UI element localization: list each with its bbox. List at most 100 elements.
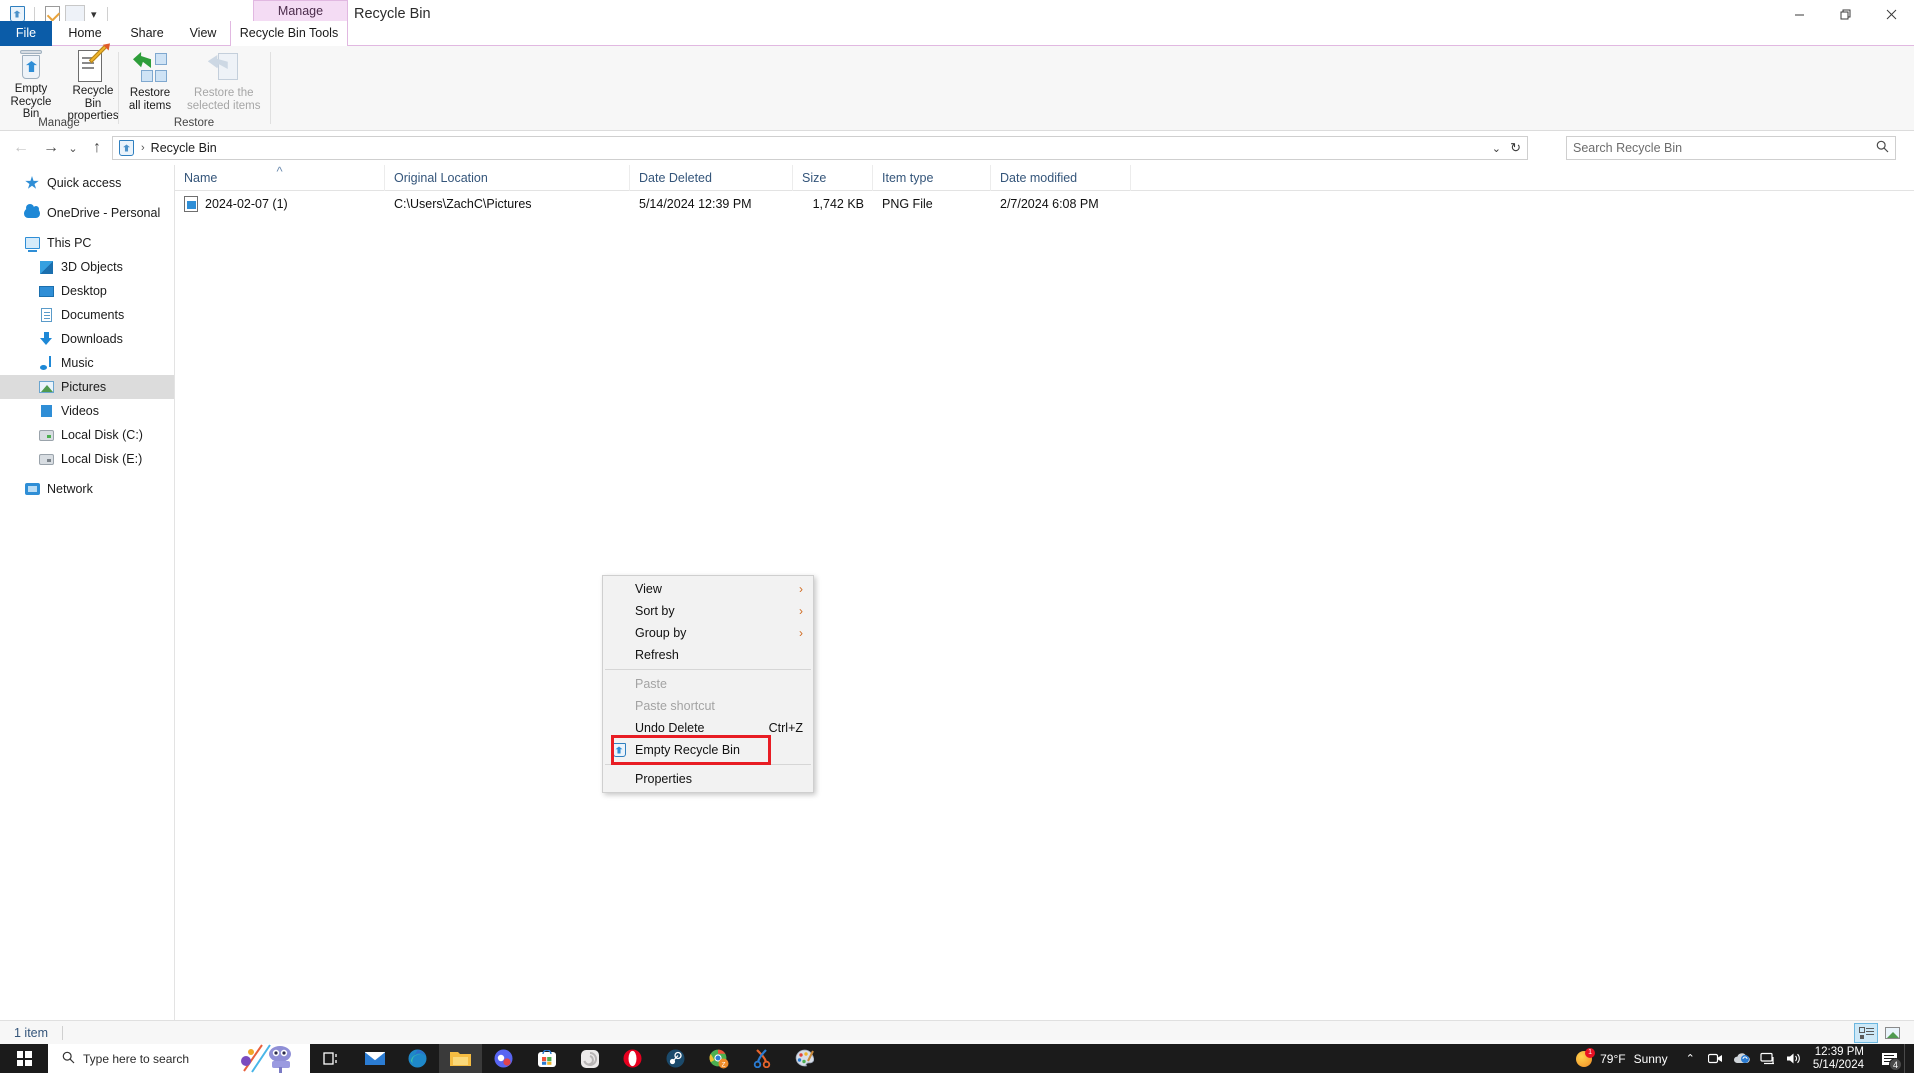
opera-icon[interactable] — [611, 1044, 654, 1073]
show-desktop-button[interactable] — [1904, 1044, 1910, 1073]
taskbar-search-input[interactable]: Type here to search — [48, 1044, 310, 1073]
mail-icon[interactable] — [353, 1044, 396, 1073]
column-header-size[interactable]: Size — [793, 164, 873, 191]
cell-date-modified: 2/7/2024 6:08 PM — [1000, 197, 1099, 211]
sidebar-item-3d-objects[interactable]: 3D Objects — [0, 255, 174, 279]
restore-all-items-button[interactable]: Restore all items — [119, 46, 181, 112]
file-list-pane: Name Original Location Date Deleted Size… — [175, 164, 1914, 1020]
tab-share[interactable]: Share — [118, 21, 176, 46]
sidebar-item-network[interactable]: Network — [0, 477, 174, 501]
context-menu-label: Refresh — [635, 648, 679, 662]
empty-recycle-bin-button[interactable]: Empty Recycle Bin — [0, 46, 62, 120]
snipping-tool-icon[interactable] — [740, 1044, 783, 1073]
network-icon — [24, 481, 40, 497]
context-menu-item-undo-delete[interactable]: Undo Delete Ctrl+Z — [603, 717, 813, 739]
context-menu-item-group-by[interactable]: Group by › — [603, 622, 813, 644]
sidebar-item-onedrive[interactable]: OneDrive - Personal — [0, 201, 174, 225]
context-menu-item-paste: Paste — [603, 673, 813, 695]
column-header-name[interactable]: Name — [175, 164, 385, 191]
column-header-item-type[interactable]: Item type — [873, 164, 991, 191]
chevron-down-icon[interactable]: ⌄ — [1492, 142, 1501, 155]
search-icon[interactable] — [1876, 140, 1889, 156]
back-button[interactable]: ← — [8, 135, 34, 161]
meet-now-icon[interactable] — [1703, 1044, 1729, 1073]
microsoft-edge-icon[interactable] — [396, 1044, 439, 1073]
chevron-up-icon[interactable]: ⌃ — [1678, 1052, 1703, 1065]
paint-icon[interactable] — [783, 1044, 826, 1073]
sidebar-item-music[interactable]: Music — [0, 351, 174, 375]
sidebar-item-local-disk-c[interactable]: Local Disk (C:) — [0, 423, 174, 447]
onedrive-icon[interactable] — [1729, 1044, 1755, 1073]
tab-recycle-bin-tools[interactable]: Recycle Bin Tools — [230, 21, 348, 46]
chevron-right-icon: › — [799, 604, 803, 618]
sidebar-item-label: Downloads — [61, 332, 123, 346]
disk-icon — [38, 427, 54, 443]
sidebar-item-documents[interactable]: Documents — [0, 303, 174, 327]
search-input[interactable]: Search Recycle Bin — [1566, 136, 1896, 160]
network-icon[interactable] — [1755, 1044, 1781, 1073]
svg-text:Z: Z — [721, 1061, 725, 1068]
column-header-date-modified[interactable]: Date modified — [991, 164, 1131, 191]
sidebar-item-label: 3D Objects — [61, 260, 123, 274]
chrome-zoom-icon[interactable]: Z — [697, 1044, 740, 1073]
sidebar-item-downloads[interactable]: Downloads — [0, 327, 174, 351]
recycle-bin-properties-button[interactable]: Recycle Bin properties — [62, 44, 124, 122]
column-header-original-location[interactable]: Original Location — [385, 164, 630, 191]
sidebar-item-videos[interactable]: Videos — [0, 399, 174, 423]
context-menu-item-sort-by[interactable]: Sort by › — [603, 600, 813, 622]
ribbon-group-manage-label: Manage — [38, 117, 80, 129]
sidebar-item-local-disk-e[interactable]: Local Disk (E:) — [0, 447, 174, 471]
ribbon-group-restore-label: Restore — [173, 117, 215, 129]
sidebar-item-desktop[interactable]: Desktop — [0, 279, 174, 303]
clock[interactable]: 12:39 PM 5/14/2024 — [1807, 1046, 1874, 1072]
recycle-bin-icon — [611, 742, 627, 758]
microsoft-store-icon[interactable] — [525, 1044, 568, 1073]
chevron-down-icon[interactable]: ▾ — [87, 8, 101, 21]
spiral-app-icon[interactable] — [568, 1044, 611, 1073]
search-doodle-icon — [236, 1044, 306, 1073]
documents-icon — [38, 307, 54, 323]
task-view-icon[interactable] — [310, 1044, 353, 1073]
sidebar-item-pictures[interactable]: Pictures — [0, 375, 174, 399]
refresh-icon[interactable]: ↻ — [1510, 140, 1521, 156]
system-tray: 1 79°F Sunny ⌃ 12:39 PM 5/14/2024 4 — [1566, 1044, 1914, 1073]
discord-icon[interactable] — [482, 1044, 525, 1073]
context-menu-item-paste-shortcut: Paste shortcut — [603, 695, 813, 717]
clock-date: 5/14/2024 — [1812, 1058, 1864, 1071]
address-field[interactable]: › Recycle Bin ⌄ ↻ — [112, 136, 1528, 160]
file-name: 2024-02-07 (1) — [205, 197, 288, 211]
cell-size: 1,742 KB — [812, 197, 864, 211]
table-row[interactable]: 2024-02-07 (1) C:\Users\ZachC\Pictures 5… — [175, 191, 1914, 217]
breadcrumb[interactable]: Recycle Bin — [151, 141, 217, 155]
cell-date-deleted: 5/14/2024 12:39 PM — [639, 197, 752, 211]
file-explorer-icon[interactable] — [439, 1044, 482, 1073]
recent-locations-button[interactable]: ⌄ — [64, 135, 82, 161]
context-menu-label: Sort by — [635, 604, 675, 618]
this-pc-icon — [24, 235, 40, 252]
context-menu-item-empty-recycle-bin[interactable]: Empty Recycle Bin — [603, 739, 813, 761]
volume-icon[interactable] — [1781, 1044, 1807, 1073]
cloud-icon — [24, 204, 40, 221]
cell-name[interactable]: 2024-02-07 (1) — [175, 196, 385, 212]
column-header-date-deleted[interactable]: Date Deleted — [630, 164, 793, 191]
tab-view[interactable]: View — [176, 21, 230, 46]
details-view-button[interactable] — [1854, 1022, 1878, 1043]
steam-icon[interactable] — [654, 1044, 697, 1073]
search-icon — [62, 1051, 75, 1067]
context-menu-label: View — [635, 582, 662, 596]
context-menu-item-view[interactable]: View › — [603, 578, 813, 600]
thumbnail-view-button[interactable] — [1880, 1023, 1904, 1043]
up-button[interactable]: ↑ — [84, 135, 110, 161]
sidebar-item-this-pc[interactable]: This PC — [0, 231, 174, 255]
start-button[interactable] — [0, 1044, 48, 1073]
tab-file[interactable]: File — [0, 21, 52, 46]
context-menu-label: Group by — [635, 626, 687, 640]
taskbar-icons: Z — [310, 1044, 826, 1073]
context-menu-item-properties[interactable]: Properties — [603, 768, 813, 790]
context-menu-item-refresh[interactable]: Refresh — [603, 644, 813, 666]
notifications-button[interactable]: 4 — [1874, 1044, 1904, 1073]
cell-item-type: PNG File — [882, 197, 933, 211]
forward-button[interactable]: → — [38, 135, 64, 161]
weather-widget[interactable]: 1 79°F Sunny — [1566, 1047, 1678, 1067]
sidebar-item-quick-access[interactable]: Quick access — [0, 171, 174, 195]
